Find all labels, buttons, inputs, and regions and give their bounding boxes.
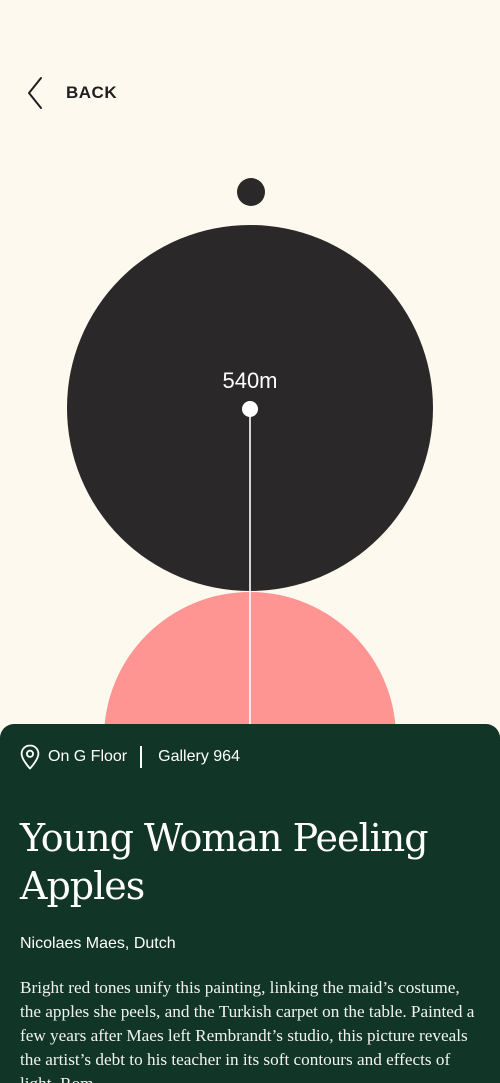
artwork-info-card: On G Floor Gallery 964 Young Woman Peeli… [0, 724, 500, 1083]
distance-label: 540m [222, 368, 278, 393]
route-start-dot [242, 401, 258, 417]
artwork-title: Young Woman Peeling Apples [20, 816, 429, 908]
you-marker [237, 178, 265, 206]
gallery-label: Gallery 964 [158, 748, 240, 765]
floor-label: On G Floor [48, 748, 128, 765]
location-row: On G Floor Gallery 964 [20, 744, 240, 770]
artist-name: Nicolaes Maes, Dutch [20, 935, 176, 952]
location-divider [140, 746, 143, 768]
map-pin-icon [20, 744, 40, 770]
artwork-description: Bright red tones unify this painting, li… [20, 978, 475, 1083]
